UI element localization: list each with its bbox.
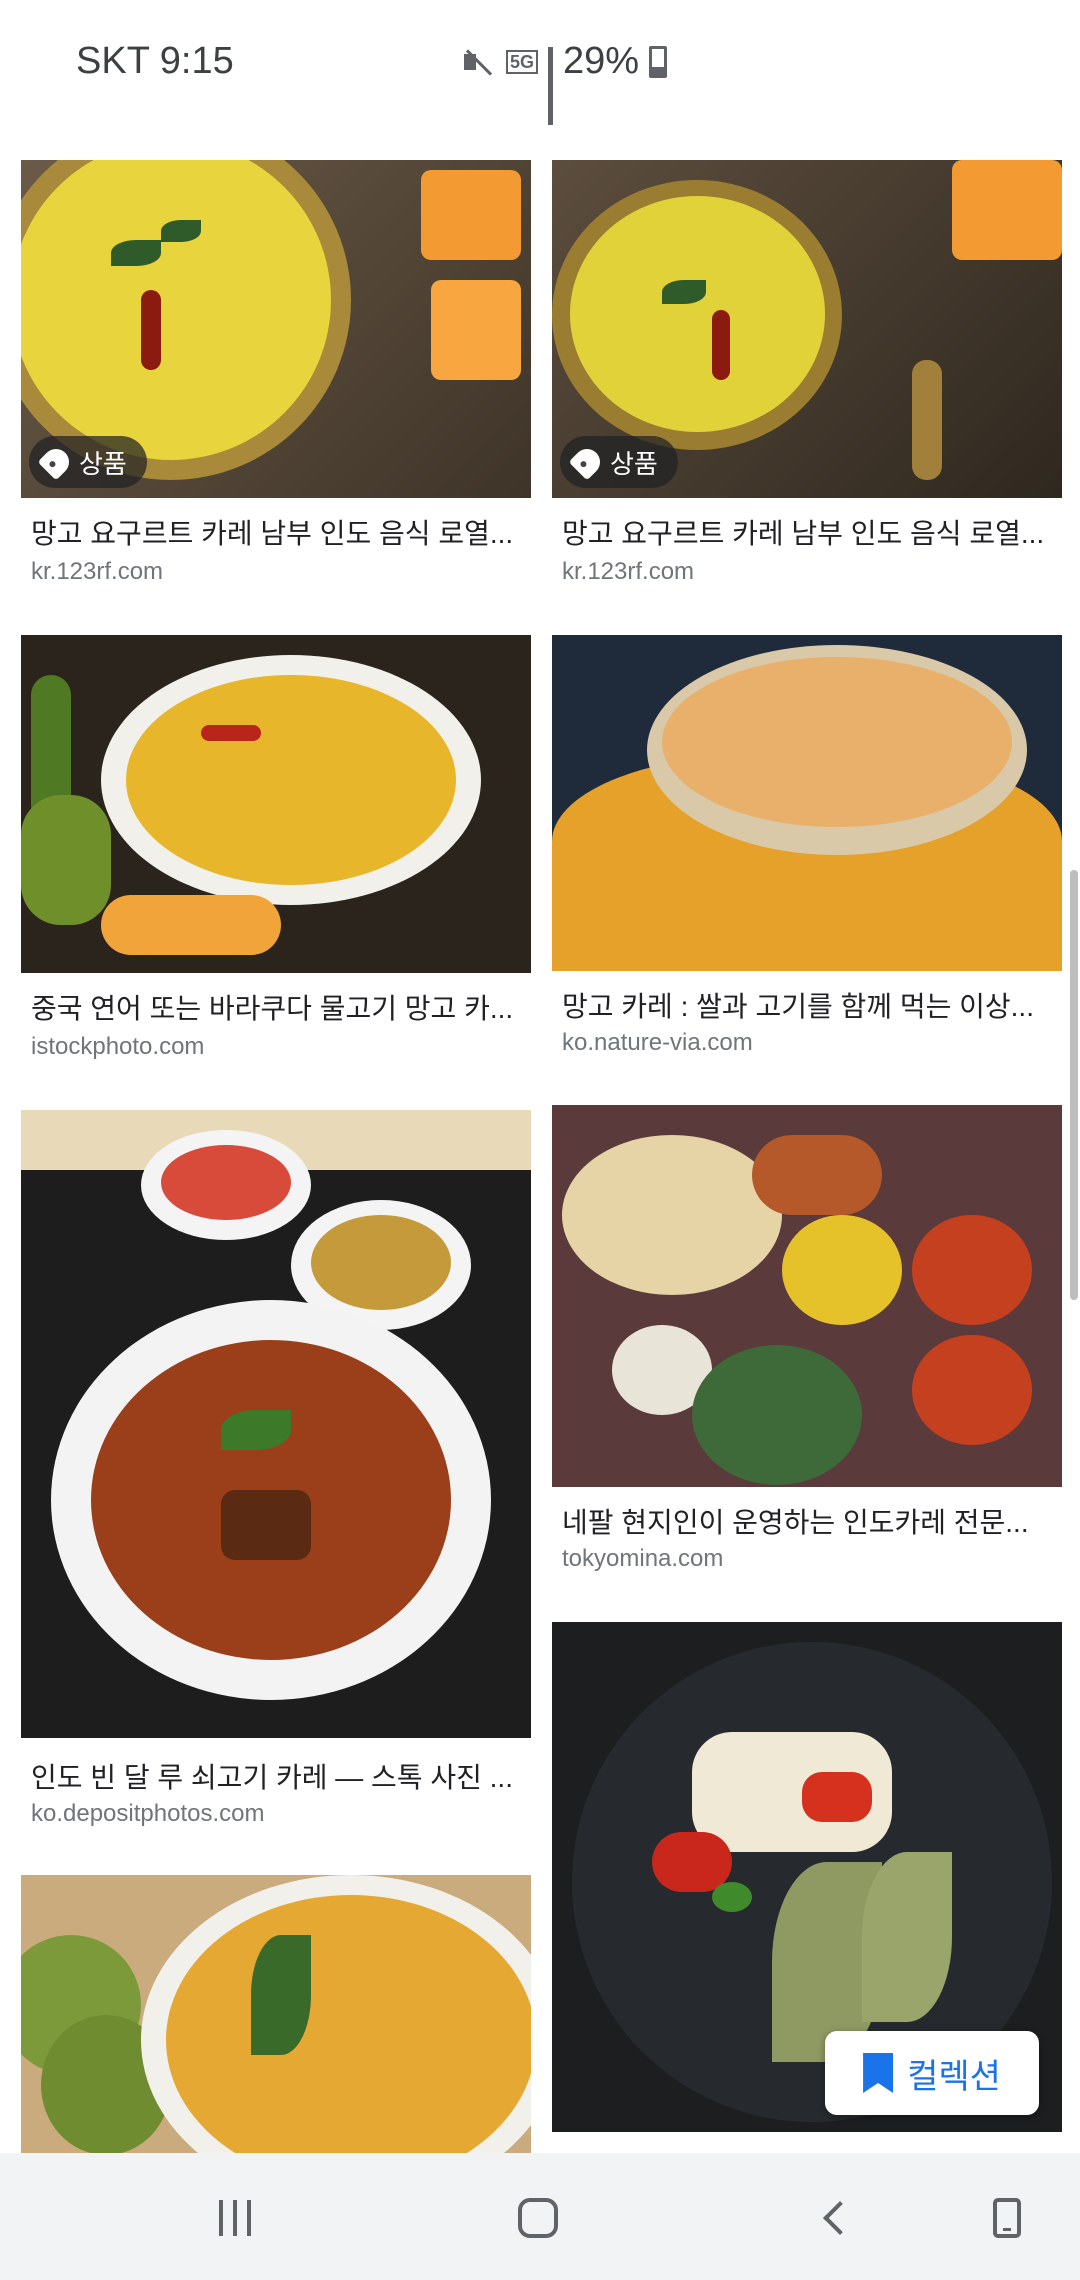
assist-button[interactable] [972, 2183, 1042, 2253]
mute-icon [460, 44, 496, 80]
home-icon [518, 2198, 558, 2238]
image-result-card[interactable]: 중국 연어 또는 바라쿠다 물고기 망고 카... istockphoto.co… [21, 635, 531, 1075]
result-source: kr.123rf.com [562, 558, 695, 585]
result-thumbnail[interactable]: 상품 [552, 160, 1062, 498]
result-title[interactable]: 인도 빈 달 루 쇠고기 카레 — 스톡 사진 ... [31, 1756, 521, 1796]
back-button[interactable] [800, 2183, 870, 2253]
tag-icon [37, 443, 75, 481]
result-title[interactable]: 망고 요구르트 카레 남부 인도 음식 로열... [31, 512, 521, 552]
result-source: kr.123rf.com [31, 558, 164, 585]
result-thumbnail[interactable] [21, 1110, 531, 1738]
badge-label: 상품 [610, 448, 658, 479]
status-bar: SKT 9:15 5G 29% [0, 0, 1080, 130]
navigation-bar [0, 2153, 1080, 2280]
battery-icon [649, 45, 668, 78]
result-thumbnail[interactable] [552, 635, 1062, 971]
result-source: tokyomina.com [562, 1545, 724, 1572]
result-title[interactable]: 망고 요구르트 카레 남부 인도 음식 로열... [562, 512, 1052, 552]
result-thumbnail[interactable] [21, 635, 531, 973]
result-title[interactable]: 중국 연어 또는 바라쿠다 물고기 망고 카... [31, 987, 521, 1027]
image-result-card[interactable] [21, 1875, 531, 2153]
product-badge: 상품 [560, 436, 678, 488]
back-icon [823, 2201, 857, 2235]
image-result-card[interactable]: 상품 망고 요구르트 카레 남부 인도 음식 로열... kr.123rf.co… [552, 160, 1062, 600]
home-button[interactable] [503, 2183, 573, 2253]
product-badge: 상품 [29, 436, 147, 488]
battery-percent: 29% [563, 40, 640, 82]
phone-icon [993, 2198, 1021, 2238]
signal-icon [548, 46, 554, 125]
scrollbar[interactable] [1070, 870, 1078, 1300]
result-title[interactable]: 망고 카레 : 쌀과 고기를 함께 먹는 이상... [562, 985, 1052, 1025]
result-thumbnail[interactable] [552, 1105, 1062, 1487]
collection-button[interactable]: 컬렉션 [825, 2031, 1039, 2115]
carrier-time: SKT 9:15 [76, 40, 234, 82]
status-icons: 5G 29% [460, 40, 668, 125]
network-5g-icon: 5G [506, 49, 539, 74]
result-thumbnail[interactable] [21, 1875, 531, 2153]
result-thumbnail[interactable]: 상품 [21, 160, 531, 498]
recent-apps-icon [219, 2200, 251, 2236]
collection-label: 컬렉션 [907, 2057, 1001, 2096]
image-result-card[interactable]: 망고 카레 : 쌀과 고기를 함께 먹는 이상... ko.nature-via… [552, 635, 1062, 1075]
result-source: ko.depositphotos.com [31, 1800, 265, 1827]
recent-apps-button[interactable] [200, 2183, 270, 2253]
result-source: ko.nature-via.com [562, 1029, 753, 1056]
tag-icon [568, 443, 606, 481]
badge-label: 상품 [79, 448, 127, 479]
image-result-card[interactable]: 네팔 현지인이 운영하는 인도카레 전문... tokyomina.com [552, 1105, 1062, 1585]
result-title[interactable]: 네팔 현지인이 운영하는 인도카레 전문... [562, 1501, 1052, 1541]
image-result-card[interactable]: 인도 빈 달 루 쇠고기 카레 — 스톡 사진 ... ko.depositph… [21, 1110, 531, 1830]
image-result-card[interactable]: 상품 망고 요구르트 카레 남부 인도 음식 로열... kr.123rf.co… [21, 160, 531, 600]
result-source: istockphoto.com [31, 1033, 205, 1060]
bookmark-icon [863, 2053, 894, 2093]
